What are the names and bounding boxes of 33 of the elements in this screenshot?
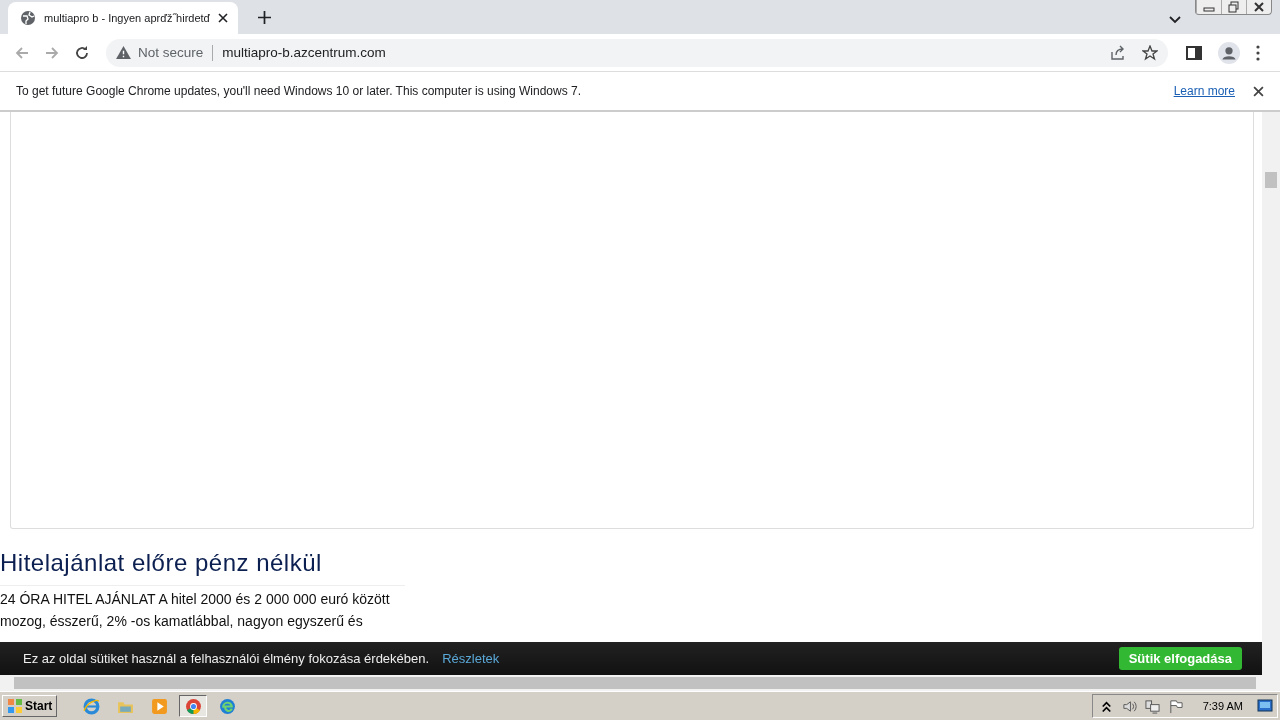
new-tab-icon[interactable] — [258, 11, 271, 24]
security-label: Not secure — [138, 45, 204, 60]
clock[interactable]: 7:39 AM — [1202, 700, 1243, 712]
vertical-scrollbar[interactable] — [1262, 112, 1280, 675]
browser-tab[interactable]: multiapro b - Ingyen aprďž˝hirdetď — [8, 2, 238, 34]
avatar-icon[interactable] — [1218, 41, 1240, 64]
address-bar[interactable]: Not secure multiapro-b.azcentrum.com — [106, 38, 1168, 67]
tab-title: multiapro b - Ingyen aprďž˝hirdetď — [44, 12, 210, 24]
flag-icon[interactable] — [1167, 698, 1183, 714]
details-link[interactable]: Részletek — [442, 651, 500, 666]
reload-icon[interactable] — [74, 44, 90, 61]
article-heading: Hitelajánlat előre pénz nélkül — [0, 549, 323, 577]
star-icon[interactable] — [1142, 44, 1158, 61]
menu-icon[interactable] — [1256, 44, 1260, 61]
share-icon[interactable] — [1110, 44, 1126, 61]
horizontal-scrollbar[interactable] — [0, 675, 1280, 691]
chevron-down-icon[interactable] — [1169, 16, 1181, 24]
article-text: 24 ÓRA HITEL AJÁNLAT A hitel 2000 és 2 000 000 euró között mozog, ésszerű, 2% -os kamatlábbal, nagyon egyszerű és — [0, 590, 391, 631]
infobar-message: To get future Google Chrome updates, you'll need Windows 10 or later. This computer is using Windows 7. — [16, 84, 582, 98]
chrome-icon[interactable] — [179, 695, 208, 717]
globe-icon — [20, 10, 36, 26]
side-panel-icon[interactable] — [1186, 44, 1202, 61]
speaker-icon[interactable] — [1121, 698, 1137, 714]
start-button[interactable]: Start — [2, 695, 58, 717]
close-icon[interactable] — [218, 13, 228, 23]
network-icon[interactable] — [1144, 698, 1160, 714]
learn-more-link[interactable]: Learn more — [1173, 84, 1235, 98]
warning-icon — [116, 46, 131, 59]
url-text: multiapro-b.azcentrum.com — [222, 45, 386, 60]
cookie-message: Ez az oldal sütiket használ a felhasználói élmény fokozása érdekében. — [23, 651, 430, 666]
close-icon[interactable] — [1253, 85, 1264, 97]
show-desktop-icon[interactable] — [1257, 698, 1273, 714]
windows-logo-icon — [7, 698, 23, 714]
